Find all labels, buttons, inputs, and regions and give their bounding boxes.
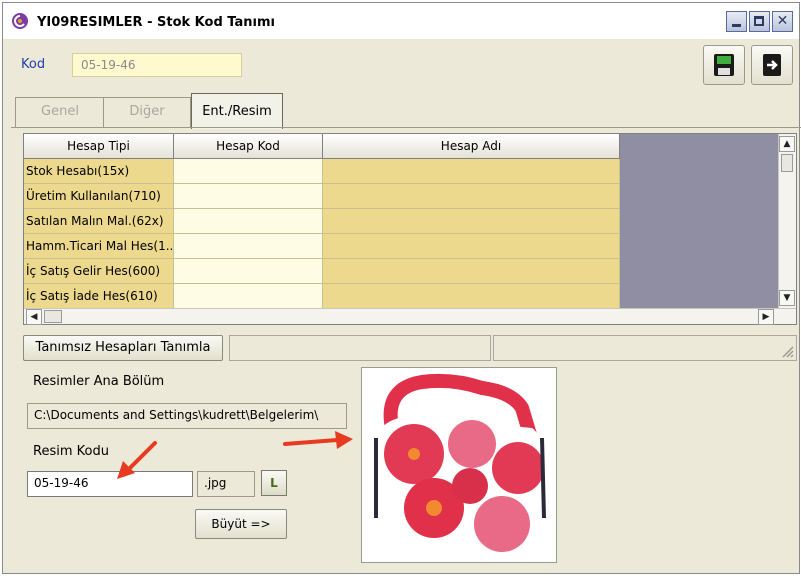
resim-kodu-label: Resim Kodu (33, 444, 109, 459)
extension-field: .jpg (197, 471, 255, 497)
cell-hesap-tipi[interactable]: Satılan Malın Mal.(62x) (24, 209, 174, 234)
cell-hesap-kod[interactable] (174, 159, 323, 184)
cell-hesap-adi[interactable] (323, 234, 620, 259)
table-row[interactable]: Stok Hesabı(15x) (24, 159, 620, 184)
scroll-left-button[interactable]: ◀ (26, 309, 42, 325)
column-header-hesap-adi[interactable]: Hesap Adı (323, 134, 620, 159)
column-header-hesap-tipi[interactable]: Hesap Tipi (24, 134, 174, 159)
accounts-grid[interactable]: Hesap Tipi Hesap Kod Hesap Adı Stok Hesa… (23, 133, 797, 325)
cell-hesap-tipi[interactable]: Stok Hesabı(15x) (24, 159, 174, 184)
vertical-scrollbar[interactable]: ▲ ▼ (778, 134, 796, 308)
product-image (361, 367, 557, 563)
cell-hesap-tipi[interactable]: Üretim Kullanılan(710) (24, 184, 174, 209)
cell-hesap-kod[interactable] (174, 259, 323, 284)
maximize-button[interactable] (749, 11, 770, 32)
kod-field[interactable]: 05-19-46 (72, 53, 242, 77)
resimler-path-field: C:\Documents and Settings\kudrett\Belgel… (27, 403, 347, 429)
cell-hesap-adi[interactable] (323, 184, 620, 209)
cell-hesap-tipi[interactable]: İç Satış İade Hes(610) (24, 284, 174, 308)
table-row[interactable]: İç Satış Gelir Hes(600) (24, 259, 620, 284)
resimler-label: Resimler Ana Bölüm (33, 374, 165, 389)
tab-ent-resim[interactable]: Ent./Resim (191, 93, 283, 129)
table-row[interactable]: Satılan Malın Mal.(62x) (24, 209, 620, 234)
resim-kodu-input[interactable]: 05-19-46 (27, 471, 193, 497)
table-row[interactable]: Üretim Kullanılan(710) (24, 184, 620, 209)
minimize-icon (732, 24, 741, 27)
arrow-pointer-icon (283, 431, 353, 449)
load-image-button[interactable]: L (261, 470, 287, 496)
grid-empty-area (620, 134, 778, 308)
title-bar[interactable]: YI09RESIMLER - Stok Kod Tanımı ✕ (3, 3, 799, 39)
cell-hesap-kod[interactable] (174, 284, 323, 308)
exit-door-icon (763, 54, 781, 76)
status-panel (493, 335, 797, 361)
table-row[interactable]: Hamm.Ticari Mal Hes(1... (24, 234, 620, 259)
save-button[interactable] (703, 45, 745, 85)
tab-diger[interactable]: Diğer (103, 97, 191, 127)
scroll-up-button[interactable]: ▲ (779, 136, 795, 152)
bag-image-icon (362, 368, 556, 562)
floppy-disk-icon (714, 54, 734, 76)
cell-hesap-kod[interactable] (174, 184, 323, 209)
cell-hesap-tipi[interactable]: İç Satış Gelir Hes(600) (24, 259, 174, 284)
cell-hesap-adi[interactable] (323, 209, 620, 234)
minimize-button[interactable] (726, 11, 747, 32)
scroll-down-button[interactable]: ▼ (779, 290, 795, 306)
kod-label: Kod (21, 57, 46, 72)
tanimsiz-hesaplari-button[interactable]: Tanımsız Hesapları Tanımla (23, 335, 223, 361)
scroll-thumb[interactable] (44, 310, 62, 323)
arrow-pointer-icon (117, 441, 157, 479)
app-logo-icon (12, 13, 28, 29)
table-row[interactable]: İç Satış İade Hes(610) (24, 284, 620, 308)
column-header-hesap-kod[interactable]: Hesap Kod (174, 134, 323, 159)
cell-hesap-tipi[interactable]: Hamm.Ticari Mal Hes(1... (24, 234, 174, 259)
tab-genel[interactable]: Genel (15, 97, 105, 127)
cell-hesap-adi[interactable] (323, 159, 620, 184)
close-icon: ✕ (776, 13, 789, 29)
window-title: YI09RESIMLER - Stok Kod Tanımı (37, 15, 275, 30)
buyut-button[interactable]: Büyüt => (195, 509, 287, 539)
main-window: YI09RESIMLER - Stok Kod Tanımı ✕ Kod 05-… (2, 2, 801, 574)
cell-hesap-kod[interactable] (174, 234, 323, 259)
cell-hesap-adi[interactable] (323, 259, 620, 284)
resize-grip-icon[interactable] (779, 343, 795, 359)
cell-hesap-adi[interactable] (323, 284, 620, 308)
scroll-right-button[interactable]: ▶ (758, 309, 774, 325)
status-panel (229, 335, 491, 361)
scroll-thumb[interactable] (781, 154, 793, 172)
cell-hesap-kod[interactable] (174, 209, 323, 234)
horizontal-scrollbar[interactable]: ◀ ▶ (24, 308, 796, 325)
maximize-icon (754, 16, 764, 26)
close-button[interactable]: ✕ (772, 11, 793, 32)
exit-button[interactable] (751, 45, 793, 85)
